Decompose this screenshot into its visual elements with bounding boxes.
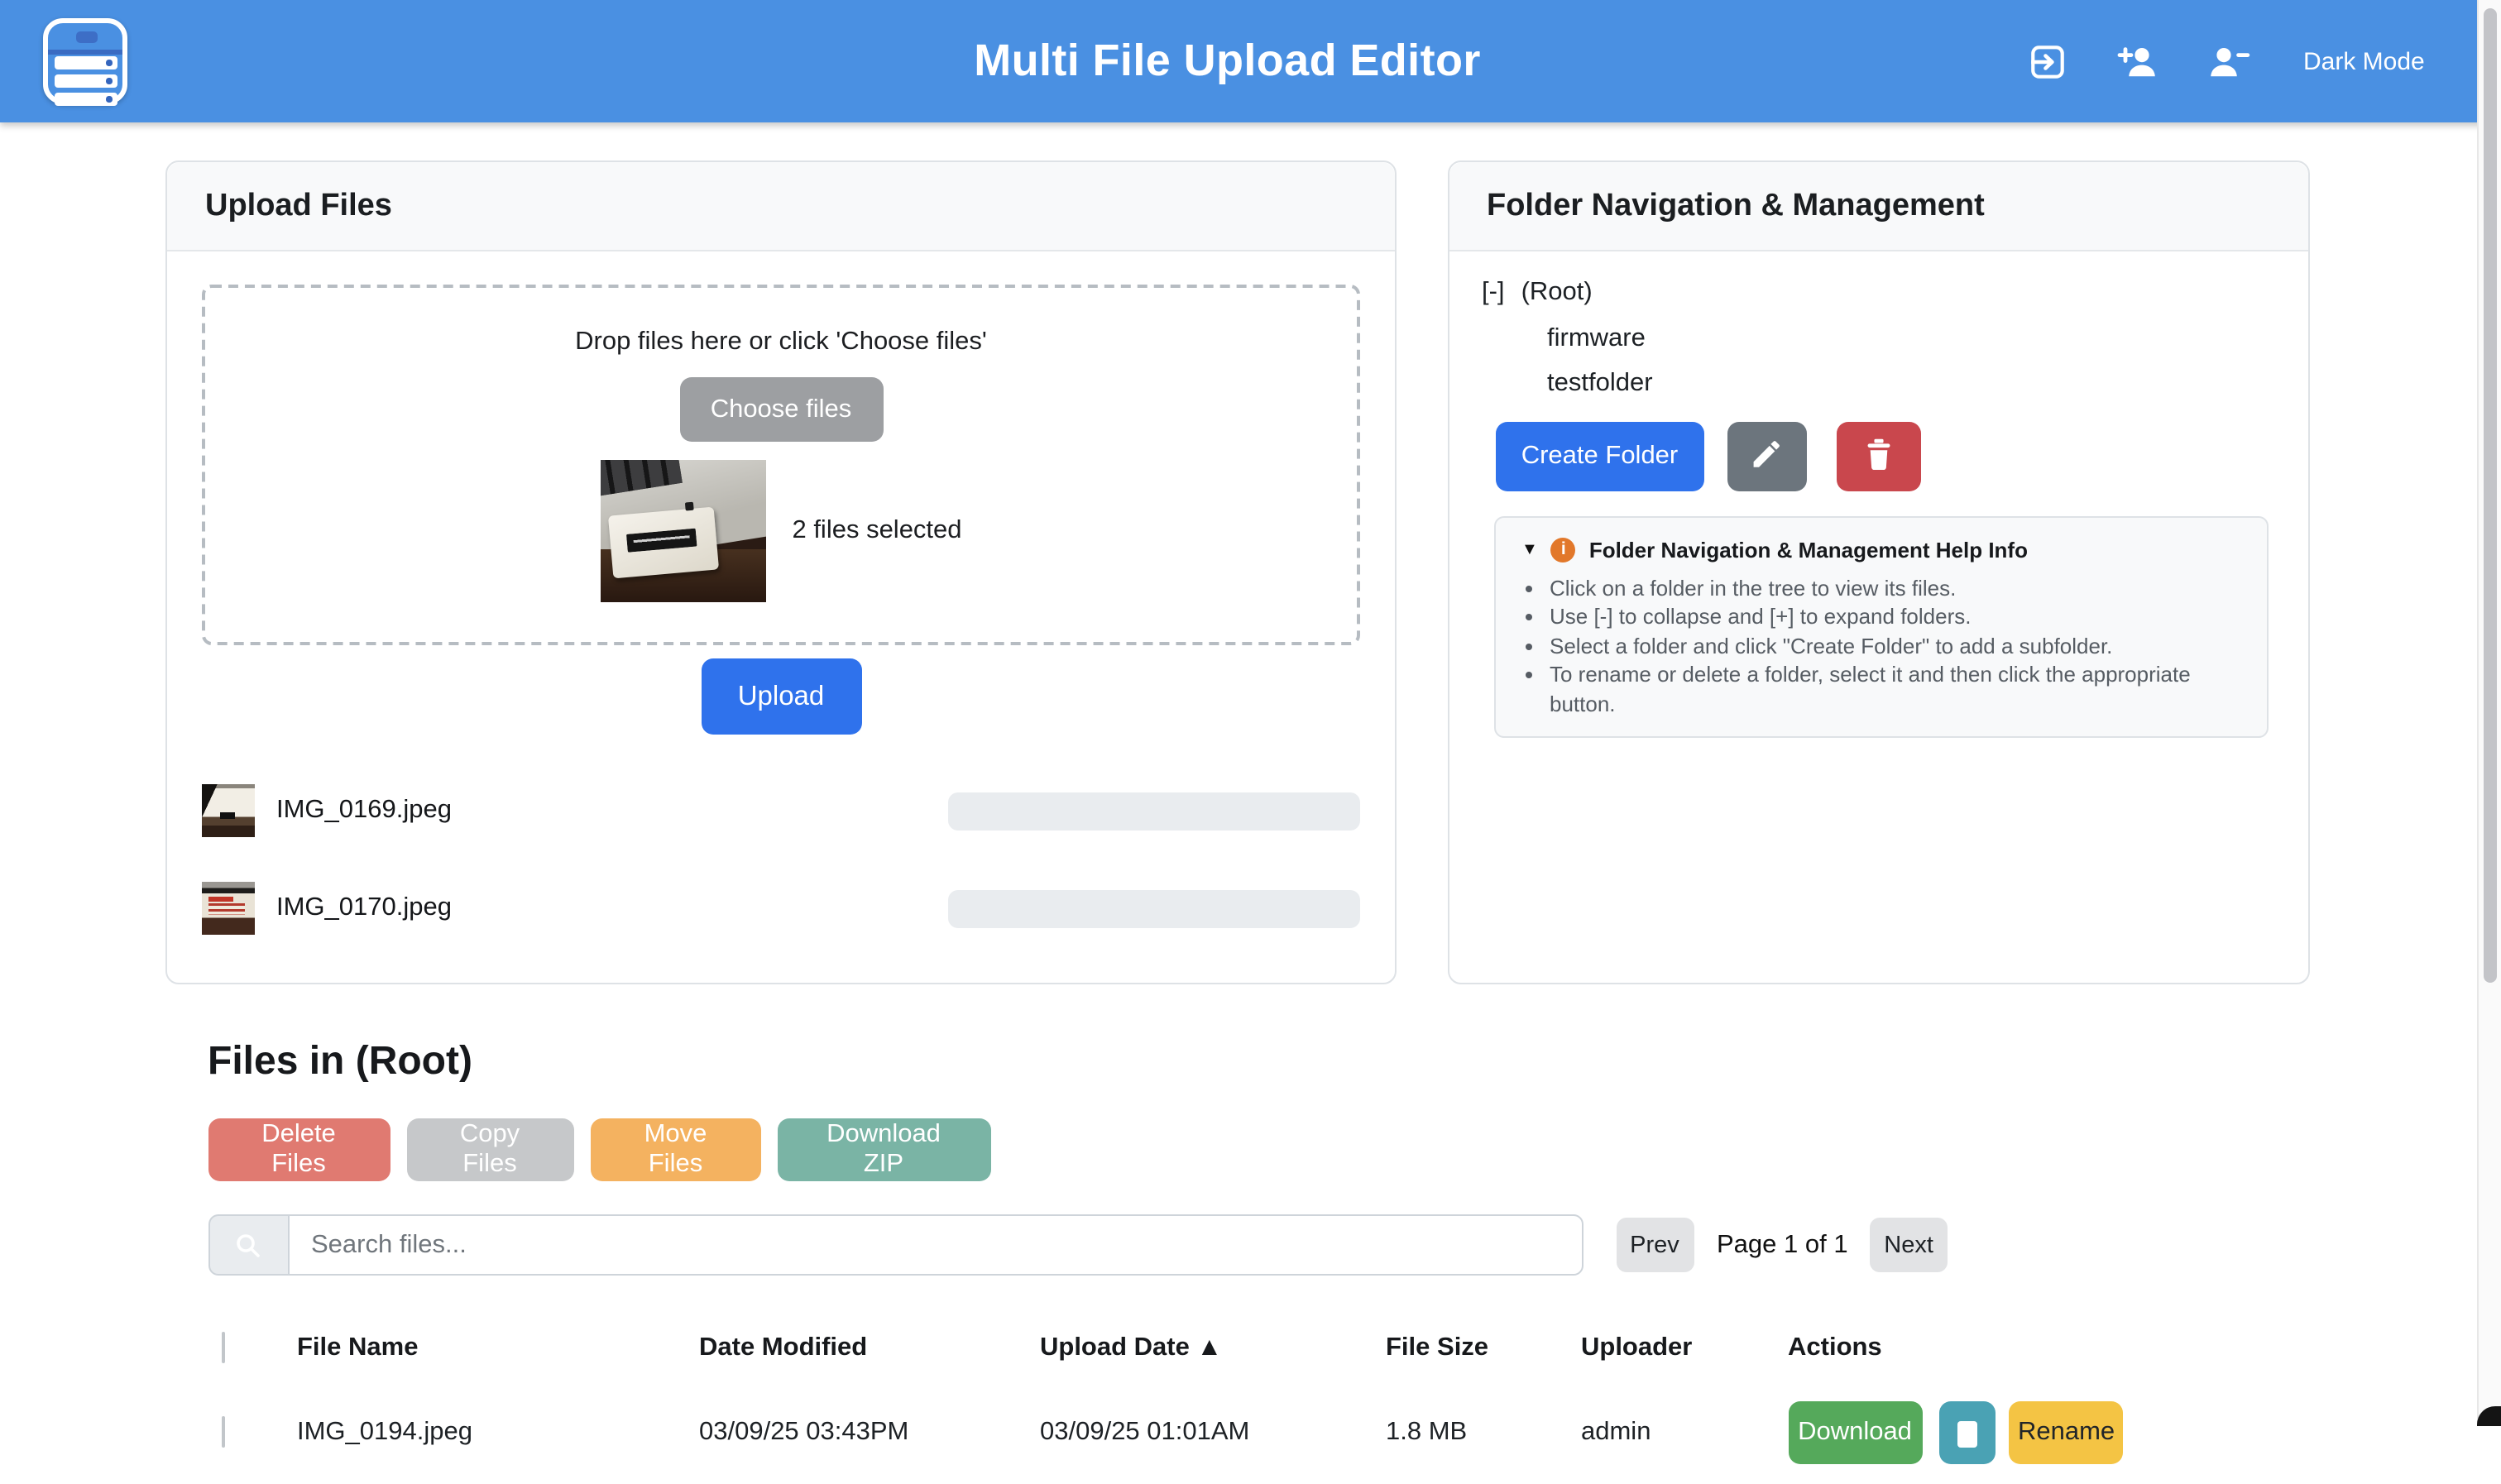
queued-file-name: IMG_0169.jpeg [276,796,452,826]
help-panel-title: Folder Navigation & Management Help Info [1589,537,2028,562]
row-date-modified: 03/09/25 03:43PM [686,1418,1027,1448]
file-thumbnail [202,784,255,837]
search-icon[interactable] [208,1214,288,1276]
col-upload-date-sorted[interactable]: Upload Date ▲ [1027,1333,1373,1363]
delete-folder-button[interactable] [1836,421,1920,491]
upload-queue-row: IMG_0170.jpeg [202,882,1360,935]
help-bullet: Click on a folder in the tree to view it… [1550,573,2240,602]
files-section-title: Files in (Root) [208,1039,472,1085]
page: Multi File Upload Editor [0,0,2501,1425]
page-scrollbar-thumb[interactable] [2484,7,2497,982]
header-actions: Dark Mode [2025,0,2425,122]
info-icon: i [1551,537,1576,562]
selected-files-preview-image [600,460,765,602]
selected-files-count: 2 files selected [792,516,961,546]
file-action-icon-button[interactable] [1938,1401,1995,1464]
rename-folder-button[interactable] [1727,421,1806,491]
search-and-pagination-row: Prev Page 1 of 1 Next [208,1214,1948,1276]
dark-mode-toggle[interactable]: Dark Mode [2303,47,2425,75]
delete-files-button[interactable]: Delete Files [208,1118,390,1181]
files-table: File Name Date Modified Upload Date ▲ Fi… [208,1315,2310,1484]
row-actions: Download Rename [1775,1401,2310,1464]
bulk-actions-row: Delete Files Copy Files Move Files Downl… [208,1118,990,1181]
row-file-name: IMG_0194.jpeg [284,1418,686,1448]
row-upload-date: 03/09/25 01:01AM [1027,1418,1373,1448]
col-file-name[interactable]: File Name [284,1333,686,1363]
tree-item-testfolder[interactable]: testfolder [1547,361,2308,406]
table-header-row: File Name Date Modified Upload Date ▲ Fi… [208,1315,2310,1381]
col-uploader[interactable]: Uploader [1568,1333,1775,1363]
help-bullet: Select a folder and click "Create Folder… [1550,631,2240,660]
pencil-icon [1749,437,1784,476]
folder-management-card: Folder Navigation & Management [-] (Root)… [1447,160,2310,984]
collapse-toggle[interactable]: [-] [1482,278,1505,306]
upload-progress-bar [948,792,1360,830]
page-status: Page 1 of 1 [1717,1230,1848,1260]
prev-page-button[interactable]: Prev [1616,1218,1694,1273]
move-files-button[interactable]: Move Files [591,1118,760,1181]
rename-button[interactable]: Rename [2008,1401,2123,1464]
row-file-size: 1.8 MB [1373,1418,1568,1448]
tree-root-row: [-] (Root) [1482,270,2308,315]
upload-button[interactable]: Upload [701,658,861,735]
upload-card-title: Upload Files [167,162,1395,251]
select-all-checkbox[interactable] [221,1332,224,1363]
tree-item-root[interactable]: (Root) [1521,278,1593,306]
folder-help-panel: ▼ i Folder Navigation & Management Help … [1493,515,2269,738]
file-thumbnail [202,882,255,935]
upload-files-card: Upload Files Drop files here or click 'C… [165,160,1397,984]
row-checkbox[interactable] [221,1416,224,1448]
login-icon[interactable] [2025,40,2068,83]
col-actions: Actions [1775,1333,2310,1363]
download-button[interactable]: Download [1788,1401,1922,1464]
queued-file-name: IMG_0170.jpeg [276,893,452,923]
table-row: IMG_0194.jpeg 03/09/25 03:43PM 03/09/25 … [208,1381,2310,1484]
folder-card-title: Folder Navigation & Management [1449,162,2308,251]
help-bullet-list: Click on a folder in the tree to view it… [1521,573,2240,718]
file-dropzone[interactable]: Drop files here or click 'Choose files' … [202,285,1360,645]
download-zip-button[interactable]: Download ZIP [777,1118,990,1181]
col-file-size[interactable]: File Size [1373,1333,1568,1363]
tree-item-firmware[interactable]: firmware [1547,315,2308,361]
upload-queue-row: IMG_0169.jpeg [202,784,1360,837]
upload-progress-bar [948,889,1360,927]
help-bullet: To rename or delete a folder, select it … [1550,660,2240,718]
create-folder-button[interactable]: Create Folder [1496,421,1703,491]
caret-down-icon: ▼ [1521,540,1538,558]
choose-files-button[interactable]: Choose files [679,377,883,442]
folder-tree: [-] (Root) firmware testfolder [1482,270,2308,406]
help-panel-header[interactable]: ▼ i Folder Navigation & Management Help … [1521,537,2240,562]
app-header: Multi File Upload Editor [0,0,2501,122]
copy-files-button[interactable]: Copy Files [406,1118,573,1181]
page-scrollbar-track[interactable] [2477,0,2501,1425]
add-user-icon[interactable] [2116,40,2159,83]
remove-user-icon[interactable] [2207,40,2250,83]
help-bullet: Use [-] to collapse and [+] to expand fo… [1550,602,2240,631]
col-date-modified[interactable]: Date Modified [686,1333,1027,1363]
trash-icon [1862,437,1894,476]
search-group [208,1214,1583,1276]
dropzone-hint: Drop files here or click 'Choose files' [575,328,987,357]
row-uploader: admin [1568,1418,1775,1448]
search-input[interactable] [288,1214,1583,1276]
next-page-button[interactable]: Next [1870,1218,1948,1273]
